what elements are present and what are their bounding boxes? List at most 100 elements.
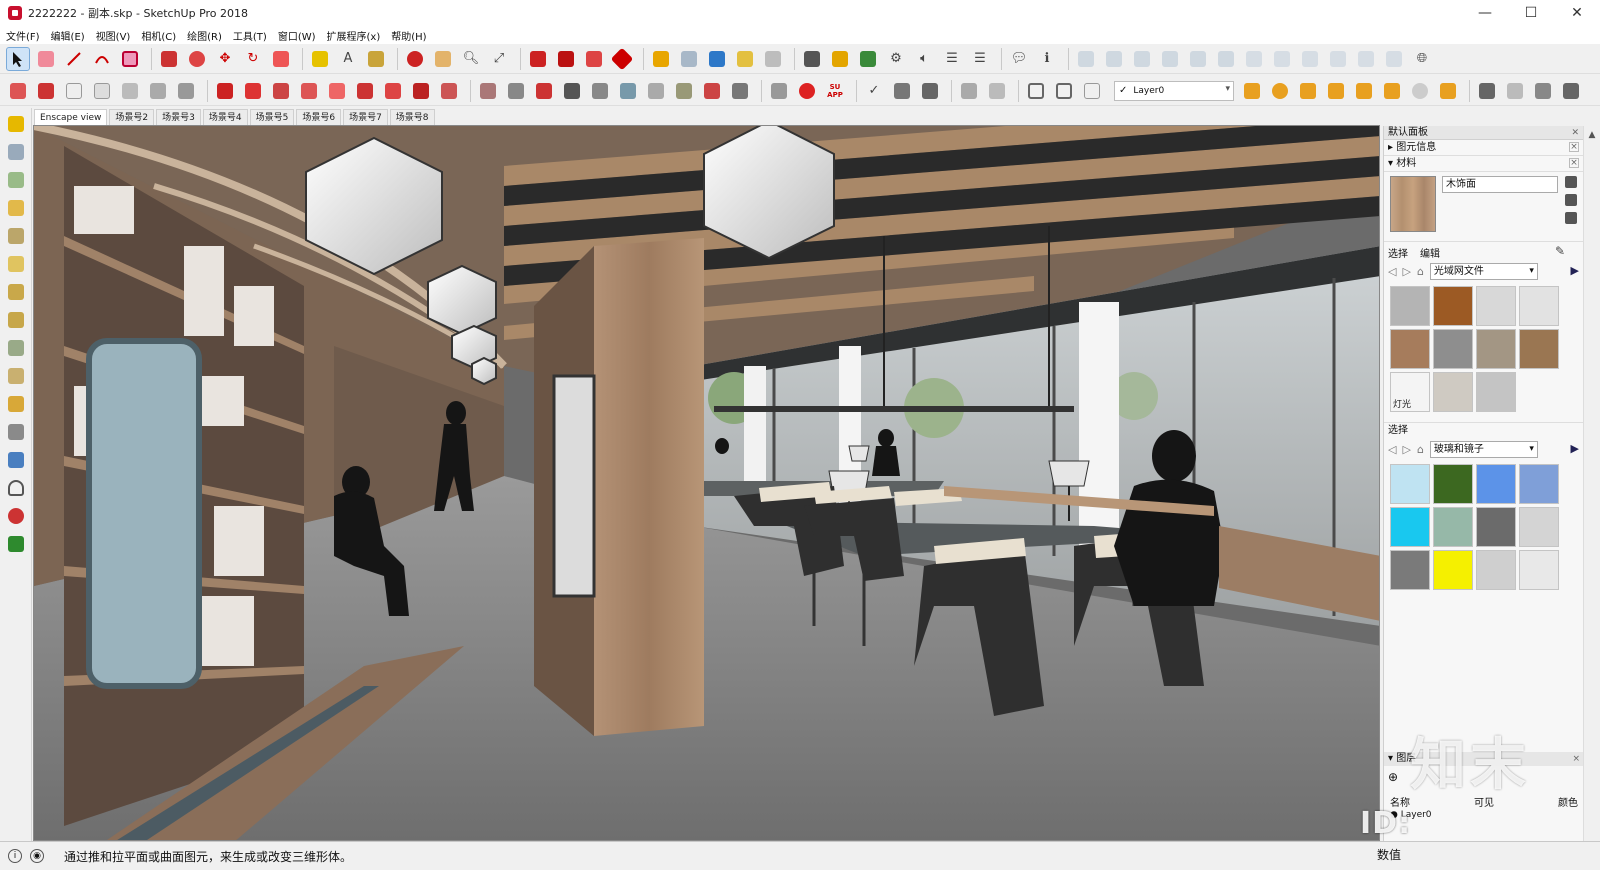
sandbox-flip-icon[interactable] [4,364,28,388]
window-layout-2-icon[interactable] [1052,79,1076,103]
light-bulb-icon[interactable] [1436,79,1460,103]
views-top-icon[interactable] [1102,47,1126,71]
add-layer-icon[interactable]: ⊕ [1388,770,1398,784]
check-circle-icon[interactable]: ✓ [862,79,886,103]
material-swatch[interactable] [1519,329,1559,369]
teapot-icon[interactable] [890,79,914,103]
back-arrow-icon[interactable]: ◁ [1388,443,1396,456]
plugin-n-icon[interactable] [381,79,405,103]
views-iso-icon[interactable] [1074,47,1098,71]
menu-edit[interactable]: 编辑(E) [51,28,85,43]
plugin-d-icon[interactable] [90,79,114,103]
dimension-icon[interactable] [733,47,757,71]
text-tool-icon[interactable]: A [336,47,360,71]
plugin-r-icon[interactable] [504,79,528,103]
details-arrow-icon[interactable]: ▶ [1571,442,1579,455]
plugin-g-icon[interactable] [174,79,198,103]
forward-arrow-icon[interactable]: ▷ [1402,443,1410,456]
close-icon[interactable]: × [1569,158,1579,168]
share-model-icon[interactable] [582,47,606,71]
warehouse-icon[interactable] [526,47,550,71]
plugin-w-icon[interactable] [644,79,668,103]
layer-dropdown[interactable]: ✓ Layer0 ▾ [1114,80,1234,101]
style-xray-icon[interactable] [1242,47,1266,71]
text-label-icon[interactable] [4,392,28,416]
lock-icon[interactable] [1080,79,1104,103]
minimize-button[interactable]: — [1462,0,1508,26]
plant-icon[interactable] [4,532,28,556]
scene-tab-6[interactable]: 场景号6 [296,109,342,125]
style-hidden-icon[interactable] [1298,47,1322,71]
material-swatch[interactable] [1433,507,1473,547]
eraser-tool-icon[interactable] [34,47,58,71]
material-swatch[interactable] [1476,550,1516,590]
sphere-icon[interactable] [1408,79,1432,103]
solid-tools-icon[interactable] [649,47,673,71]
scale-tool-icon[interactable] [269,47,293,71]
menu-camera[interactable]: 相机(C) [141,28,176,43]
plugin-a-icon[interactable] [6,79,30,103]
plugin-v-icon[interactable] [616,79,640,103]
material-swatch[interactable] [1390,550,1430,590]
info-circle-icon[interactable]: i [8,849,22,863]
views-right-icon[interactable] [1158,47,1182,71]
pan-tool-icon[interactable] [431,47,455,71]
plugin-y-icon[interactable] [700,79,724,103]
home-icon[interactable]: ⌂ [1417,265,1424,278]
material-swatch[interactable] [1433,372,1473,412]
forward-arrow-icon[interactable]: ▷ [1402,265,1410,278]
material-swatch[interactable] [1476,464,1516,504]
sandbox-scratch-icon[interactable] [4,224,28,248]
plugin-i-icon[interactable] [241,79,265,103]
arc-tool-icon[interactable] [90,47,114,71]
lamp-icon[interactable] [1324,79,1348,103]
material-swatch[interactable] [1390,329,1430,369]
menu-extensions[interactable]: 扩展程序(x) [327,28,381,43]
plugin-f-icon[interactable] [146,79,170,103]
material-swatch[interactable] [1476,286,1516,326]
line-tool-icon[interactable] [62,47,86,71]
car-icon[interactable] [1475,79,1499,103]
sandbox-drape-icon[interactable] [4,308,28,332]
follow-me-tool-icon[interactable] [185,47,209,71]
material-swatch[interactable] [1519,550,1559,590]
sandbox-contour-icon[interactable] [4,196,28,220]
select-tool-icon[interactable] [6,46,30,71]
menu-help[interactable]: 帮助(H) [391,28,426,43]
scene-tab-8[interactable]: 场景号8 [389,109,435,125]
section-icon[interactable] [4,448,28,472]
paint-bucket-tool-icon[interactable] [364,47,388,71]
extension-warehouse-icon[interactable] [554,47,578,71]
material-swatch[interactable] [1476,372,1516,412]
views-left-icon[interactable] [1214,47,1238,71]
teapot-2-icon[interactable] [918,79,942,103]
group-box-icon[interactable] [4,140,28,164]
people-icon[interactable] [4,504,28,528]
geo-location-icon[interactable]: 🌐︎ [1410,47,1434,71]
move-tool-icon[interactable]: ✥ [213,47,237,71]
library-select-2[interactable]: 玻璃和镜子 ▾ [1429,440,1538,458]
material-swatch[interactable] [1390,286,1430,326]
camera-position-icon[interactable] [761,47,785,71]
model-viewport[interactable] [33,125,1380,841]
plugin-m-icon[interactable] [353,79,377,103]
material-swatch[interactable] [1519,464,1559,504]
views-front-icon[interactable] [1130,47,1154,71]
menu-view[interactable]: 视图(V) [96,28,131,43]
home-icon[interactable]: ⌂ [1417,443,1424,456]
walk-icon[interactable] [800,47,824,71]
material-name-field[interactable]: 木饰面 [1442,176,1558,193]
component-box-icon[interactable] [4,112,28,136]
triangle-icon[interactable] [1296,79,1320,103]
materials-section[interactable]: ▾ 材料 × [1384,156,1583,172]
create-material-icon[interactable] [1565,194,1577,206]
user-icon[interactable]: ◉ [30,849,44,863]
style-mono-icon[interactable] [1382,47,1406,71]
plugin-q-icon[interactable] [476,79,500,103]
info-icon[interactable]: ℹ [1035,47,1059,71]
material-swatch[interactable] [1433,329,1473,369]
menu-draw[interactable]: 绘图(R) [187,28,222,43]
plugin-3b-icon[interactable] [767,79,791,103]
box-icon[interactable] [1503,79,1527,103]
tray-scrollbar[interactable]: ▲ [1583,126,1600,841]
